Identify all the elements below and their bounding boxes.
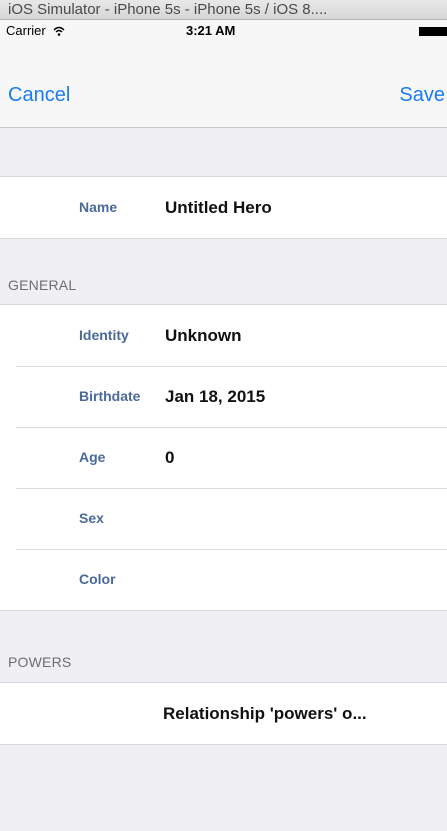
color-row[interactable]: Color	[0, 549, 447, 610]
age-label: Age	[79, 449, 106, 465]
powers-section-header: POWERS	[8, 654, 72, 670]
powers-row[interactable]: Relationship 'powers' o...	[0, 683, 447, 744]
general-section-header: GENERAL	[8, 277, 77, 293]
age-row[interactable]: Age 0	[0, 427, 447, 488]
name-label: Name	[79, 199, 118, 215]
sex-label: Sex	[79, 510, 104, 526]
powers-relationship-value: Relationship 'powers' o...	[163, 704, 367, 723]
identity-label: Identity	[79, 327, 129, 343]
name-value: Untitled Hero	[165, 198, 272, 217]
birthdate-value: Jan 18, 2015	[165, 387, 266, 406]
name-group: Name Untitled Hero	[0, 176, 447, 239]
wifi-icon	[53, 26, 65, 36]
save-button[interactable]: Save	[399, 84, 445, 107]
powers-group: Relationship 'powers' o...	[0, 682, 447, 745]
status-bar: Carrier 3:21 AM	[0, 20, 447, 42]
navigation-bar: Cancel Save	[0, 42, 447, 128]
color-label: Color	[79, 571, 116, 587]
carrier-indicator: Carrier	[6, 20, 65, 42]
birthdate-label: Birthdate	[79, 388, 141, 404]
general-group: Identity Unknown Birthdate Jan 18, 2015 …	[0, 304, 447, 611]
carrier-label: Carrier	[6, 23, 46, 38]
window-title-bar: iOS Simulator - iPhone 5s - iPhone 5s / …	[0, 0, 447, 20]
identity-row[interactable]: Identity Unknown	[0, 305, 447, 366]
age-value: 0	[165, 448, 175, 467]
sex-row[interactable]: Sex	[0, 488, 447, 549]
cancel-button[interactable]: Cancel	[8, 84, 70, 107]
identity-value: Unknown	[165, 326, 242, 345]
battery-icon	[419, 27, 447, 36]
clock: 3:21 AM	[186, 23, 236, 38]
window-title: iOS Simulator - iPhone 5s - iPhone 5s / …	[8, 1, 328, 18]
birthdate-row[interactable]: Birthdate Jan 18, 2015	[0, 366, 447, 427]
name-row[interactable]: Name Untitled Hero	[0, 177, 447, 238]
